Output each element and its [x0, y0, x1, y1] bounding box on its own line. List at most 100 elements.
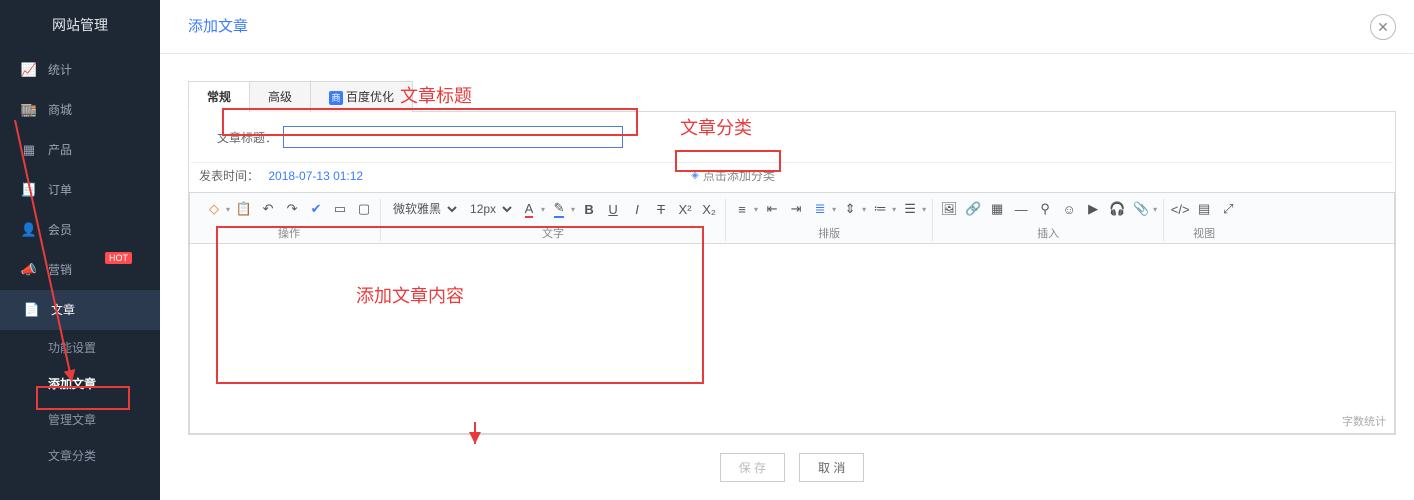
sidebar: 网站管理 📈统计 🏬商城 ▦产品 🧾订单 👤会员 📣营销 HOT 📄文章 功能设置… [0, 0, 160, 500]
add-category-link[interactable]: 点击添加分类 [691, 167, 775, 184]
group-label-insert: 插入 [1037, 225, 1059, 241]
sidebar-item-article[interactable]: 📄文章 [0, 290, 160, 330]
save-button[interactable]: 保 存 [720, 453, 785, 482]
sidebar-item-store[interactable]: 🏬商城 [0, 90, 160, 130]
hot-badge: HOT [105, 252, 132, 264]
strikethrough-icon[interactable]: T [651, 199, 671, 219]
redo-icon[interactable]: ↷ [282, 199, 302, 219]
meta-row: 发表时间： 2018-07-13 01:12 点击添加分类 [189, 163, 1395, 192]
align-left-icon[interactable]: ≡ [732, 199, 752, 219]
sidebar-sub-add-article[interactable]: 添加文章 [0, 366, 160, 402]
sidebar-item-label: 文章 [51, 290, 75, 330]
paste-icon[interactable]: 📋 [234, 199, 254, 219]
editor-toolbar: ◇▾ 📋 ↶ ↷ ✔ ▭ ▢ 操作 微软雅黑 12px A▾ [189, 192, 1395, 244]
main-panel: 添加文章 ✕ 常规 高级 商百度优化 文章标题： 发表时间： 2018-07-1… [160, 0, 1414, 500]
group-label-ops: 操作 [278, 225, 300, 241]
line-height-icon[interactable]: ⇕ [840, 199, 860, 219]
publish-label: 发表时间： [199, 169, 259, 183]
article-title-input[interactable] [283, 126, 623, 148]
title-label: 文章标题： [217, 129, 277, 146]
sidebar-item-label: 商城 [48, 90, 72, 130]
font-family-select[interactable]: 微软雅黑 [387, 199, 460, 219]
toolbar-group-text: 微软雅黑 12px A▾ ✎▾ B U I T X² X₂ 文字 [381, 199, 726, 241]
source-code-icon[interactable]: </> [1170, 199, 1190, 219]
hr-icon[interactable]: — [1011, 199, 1031, 219]
cancel-button[interactable]: 取 消 [799, 453, 864, 482]
format-painter-icon[interactable]: ✔ [306, 199, 326, 219]
subscript-icon[interactable]: X₂ [699, 199, 719, 219]
word-count-label[interactable]: 字数统计 [1342, 413, 1386, 429]
emoji-icon[interactable]: ☺ [1059, 199, 1079, 219]
footer-buttons: 保 存 取 消 [188, 435, 1396, 500]
dropdown-icon[interactable]: ▾ [832, 205, 836, 214]
indent-left-icon[interactable]: ⇤ [762, 199, 782, 219]
sidebar-item-member[interactable]: 👤会员 [0, 210, 160, 250]
toolbar-group-ops: ◇▾ 📋 ↶ ↷ ✔ ▭ ▢ 操作 [198, 199, 381, 241]
clear-format-icon[interactable]: ◇ [204, 199, 224, 219]
dropdown-icon[interactable]: ▾ [892, 205, 896, 214]
publish-time[interactable]: 2018-07-13 01:12 [268, 169, 363, 183]
indent-right-icon[interactable]: ⇥ [786, 199, 806, 219]
sidebar-title: 网站管理 [0, 0, 160, 50]
fullscreen-icon[interactable]: ⤢ [1218, 199, 1238, 219]
italic-icon[interactable]: I [627, 199, 647, 219]
anchor-icon[interactable]: ⚲ [1035, 199, 1055, 219]
video-icon[interactable]: ▶ [1083, 199, 1103, 219]
dropdown-icon[interactable]: ▾ [541, 205, 545, 214]
receipt-icon: 🧾 [20, 170, 38, 210]
dropdown-icon[interactable]: ▾ [571, 205, 575, 214]
attachment-icon[interactable]: 📎 [1131, 199, 1151, 219]
table-icon[interactable]: ▦ [987, 199, 1007, 219]
page-header: 添加文章 ✕ [160, 0, 1414, 54]
sidebar-item-stats[interactable]: 📈统计 [0, 50, 160, 90]
preview-icon[interactable]: ▤ [1194, 199, 1214, 219]
sidebar-item-product[interactable]: ▦产品 [0, 130, 160, 170]
clear-icon[interactable]: ▢ [354, 199, 374, 219]
dropdown-icon[interactable]: ▾ [754, 205, 758, 214]
sidebar-item-label: 产品 [48, 130, 72, 170]
superscript-icon[interactable]: X² [675, 199, 695, 219]
dropdown-icon[interactable]: ▾ [922, 205, 926, 214]
select-all-icon[interactable]: ▭ [330, 199, 350, 219]
page-title: 添加文章 [188, 0, 248, 54]
toolbar-group-insert: 🖼 🔗 ▦ — ⚲ ☺ ▶ 🎧 📎▾ 插入 [933, 199, 1164, 241]
title-row: 文章标题： [189, 112, 1395, 162]
dropdown-icon[interactable]: ▾ [1153, 205, 1157, 214]
ordered-list-icon[interactable]: ≔ [870, 199, 890, 219]
baidu-icon: 商 [329, 91, 343, 105]
undo-icon[interactable]: ↶ [258, 199, 278, 219]
sidebar-item-order[interactable]: 🧾订单 [0, 170, 160, 210]
sidebar-item-label: 营销 [48, 250, 72, 290]
tab-general[interactable]: 常规 [188, 81, 250, 112]
bold-icon[interactable]: B [579, 199, 599, 219]
image-icon[interactable]: 🖼 [939, 199, 959, 219]
unordered-list-icon[interactable]: ☰ [900, 199, 920, 219]
close-button[interactable]: ✕ [1370, 14, 1396, 40]
sidebar-item-marketing[interactable]: 📣营销 HOT [0, 250, 160, 290]
tab-advanced[interactable]: 高级 [249, 81, 311, 112]
font-color-icon[interactable]: A [519, 199, 539, 219]
sidebar-item-label: 订单 [48, 170, 72, 210]
tab-baidu-seo[interactable]: 商百度优化 [310, 81, 413, 112]
underline-icon[interactable]: U [603, 199, 623, 219]
dropdown-icon[interactable]: ▾ [226, 205, 230, 214]
highlight-icon[interactable]: ✎ [549, 199, 569, 219]
audio-icon[interactable]: 🎧 [1107, 199, 1127, 219]
tabs: 常规 高级 商百度优化 [188, 80, 1396, 112]
store-icon: 🏬 [20, 90, 38, 130]
sidebar-sub-manage-article[interactable]: 管理文章 [0, 402, 160, 438]
sidebar-sub-settings[interactable]: 功能设置 [0, 330, 160, 366]
grid-icon: ▦ [20, 130, 38, 170]
editor-body[interactable]: 字数统计 [189, 244, 1395, 434]
sidebar-sub-article-category[interactable]: 文章分类 [0, 438, 160, 474]
group-label-layout: 排版 [818, 225, 840, 241]
font-size-select[interactable]: 12px [464, 199, 515, 219]
dropdown-icon[interactable]: ▾ [862, 205, 866, 214]
megaphone-icon: 📣 [20, 250, 38, 290]
group-label-text: 文字 [542, 225, 564, 241]
chart-line-icon: 📈 [20, 50, 38, 90]
group-label-view: 视图 [1193, 225, 1215, 241]
content-area: 常规 高级 商百度优化 文章标题： 发表时间： 2018-07-13 01:12… [160, 54, 1414, 500]
link-icon[interactable]: 🔗 [963, 199, 983, 219]
align-center-icon[interactable]: ≣ [810, 199, 830, 219]
